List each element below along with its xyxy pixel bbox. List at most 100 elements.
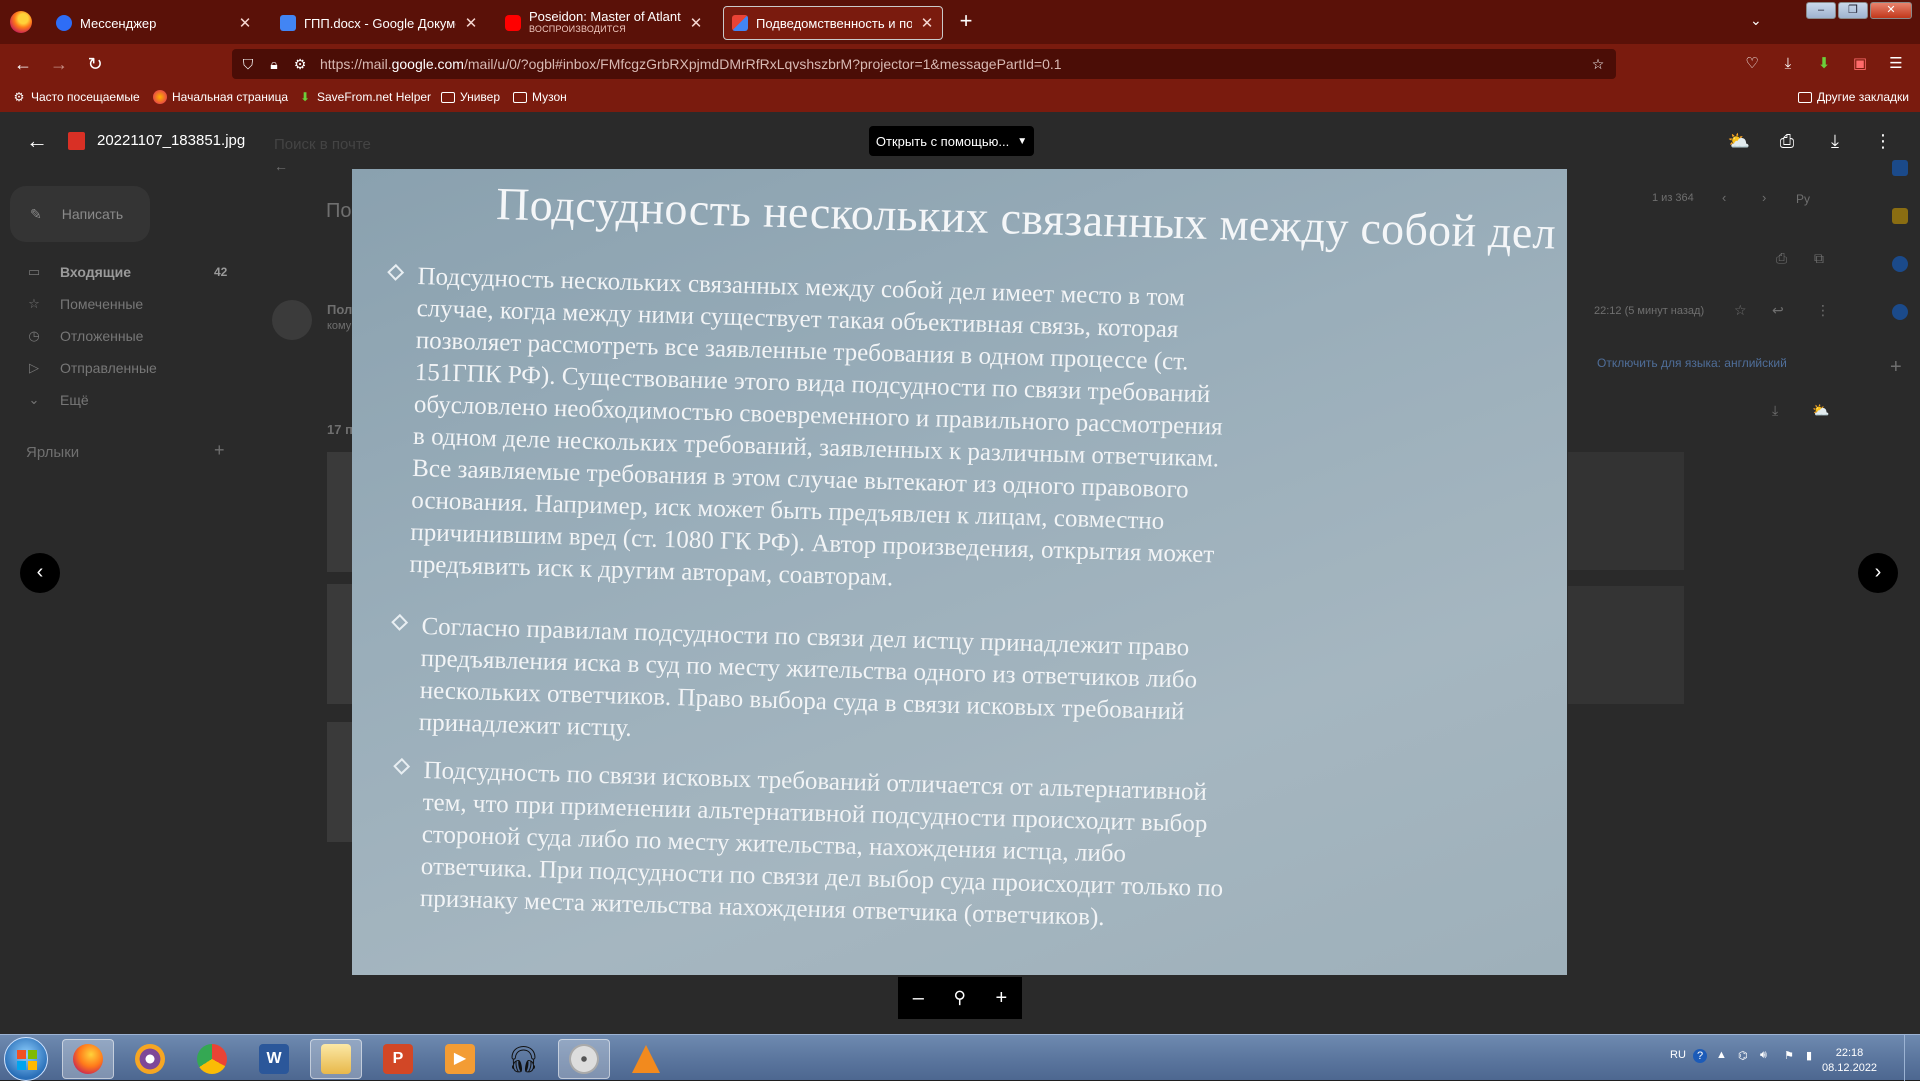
add-label-icon[interactable]: +: [214, 440, 225, 461]
next-message-icon[interactable]: ›: [1762, 190, 1766, 205]
bookmark-most-visited[interactable]: ⚙ Часто посещаемые: [12, 90, 140, 104]
contacts-icon[interactable]: [1892, 304, 1908, 320]
calendar-icon[interactable]: [1892, 160, 1908, 176]
input-language[interactable]: Ру: [1796, 192, 1810, 206]
open-with-button[interactable]: Открыть с помощью... ▼: [869, 126, 1034, 156]
close-tab-icon[interactable]: ✕: [464, 14, 478, 32]
print-icon[interactable]: ⎙: [1774, 128, 1800, 154]
signal-icon[interactable]: ▮: [1806, 1049, 1812, 1062]
next-attachment-button[interactable]: ›: [1858, 553, 1898, 593]
taskbar-tor-browser[interactable]: [124, 1039, 176, 1079]
bookmark-folder-muzon[interactable]: Музон: [513, 90, 567, 104]
permissions-icon[interactable]: ⚙: [292, 56, 308, 72]
bookmark-star-icon[interactable]: ☆: [1590, 56, 1606, 72]
sidebar-item-inbox[interactable]: ▭ Входящие 42: [26, 264, 228, 280]
tab-youtube[interactable]: Poseidon: Master of Atlantis #1 ВОСПРОИЗ…: [497, 6, 711, 40]
system-clock[interactable]: 22:18 08.12.2022: [1822, 1046, 1877, 1076]
previous-attachment-button[interactable]: ‹: [20, 553, 60, 593]
menu-icon[interactable]: ☰: [1886, 54, 1906, 74]
bookmark-folder-univer[interactable]: Универ: [441, 90, 500, 104]
firefox-menu-icon[interactable]: [10, 11, 32, 33]
list-tabs-icon[interactable]: ⌄: [1750, 12, 1762, 29]
taskbar-audio-app[interactable]: 🎧︎: [496, 1039, 548, 1079]
lock-icon[interactable]: 🔒︎: [266, 56, 282, 72]
network-icon[interactable]: ⌬: [1738, 1049, 1748, 1062]
taskbar-firefox[interactable]: [62, 1039, 114, 1079]
windows-logo-icon: [17, 1050, 37, 1070]
gmail-search-input[interactable]: Поиск в почте: [274, 136, 371, 153]
url-text[interactable]: https://mail.google.com/mail/u/0/?ogbl#i…: [320, 56, 1062, 72]
gmail-icon: [732, 15, 748, 31]
download-all-icon[interactable]: ⤓: [1772, 402, 1778, 419]
pocket-icon[interactable]: ♡: [1742, 54, 1762, 74]
sidebar-item-starred[interactable]: ☆ Помеченные: [26, 296, 143, 312]
attachment-thumbnail[interactable]: [327, 584, 353, 704]
sidebar-item-more[interactable]: ⌄ Ещё: [26, 392, 89, 408]
tab-gmail-active[interactable]: Подведомственность и подсудн ✕: [723, 6, 943, 40]
taskbar-powerpoint[interactable]: P: [372, 1039, 424, 1079]
taskbar-chrome[interactable]: [186, 1039, 238, 1079]
star-icon[interactable]: ☆: [1734, 302, 1747, 319]
volume-icon[interactable]: 🔊︎: [1760, 1049, 1767, 1062]
taskbar-media-player[interactable]: ▶: [434, 1039, 486, 1079]
close-viewer-back-icon[interactable]: ←: [26, 128, 48, 154]
translate-off-link[interactable]: Отключить для языка: английский: [1597, 356, 1787, 370]
new-tab-button[interactable]: +: [954, 10, 978, 32]
open-new-window-icon[interactable]: ⧉: [1814, 250, 1824, 267]
tab-label: Poseidon: Master of Atlantis #1: [529, 11, 681, 23]
close-tab-icon[interactable]: ✕: [238, 14, 252, 32]
more-vert-icon[interactable]: ⋮: [1816, 302, 1830, 319]
attachment-thumbnail[interactable]: [1568, 452, 1684, 570]
reply-icon[interactable]: ↩: [1772, 302, 1784, 319]
print-all-icon[interactable]: ⎙: [1776, 250, 1787, 267]
extension-icon[interactable]: ▣: [1850, 54, 1870, 74]
back-button[interactable]: ←: [12, 53, 34, 75]
add-addon-icon[interactable]: +: [1890, 356, 1902, 379]
zoom-reset-icon[interactable]: ⚲: [953, 988, 965, 1008]
show-hidden-icons[interactable]: ▲: [1716, 1049, 1727, 1061]
taskbar-file-explorer[interactable]: [310, 1039, 362, 1079]
close-tab-icon[interactable]: ✕: [689, 14, 703, 32]
compose-button[interactable]: ✎ Написать: [10, 186, 150, 242]
tab-messenger[interactable]: Мессенджер ✕: [48, 6, 260, 40]
attachment-thumbnail[interactable]: [327, 452, 353, 572]
show-desktop-button[interactable]: [1904, 1035, 1920, 1081]
bookmark-savefrom[interactable]: ⬇ SaveFrom.net Helper: [298, 90, 431, 104]
tab-google-docs[interactable]: ГПП.docx - Google Документы ✕: [272, 6, 486, 40]
close-tab-icon[interactable]: ✕: [920, 14, 934, 32]
more-options-icon[interactable]: ⋮: [1870, 128, 1896, 154]
attachment-thumbnail[interactable]: [327, 722, 353, 842]
save-to-drive-icon[interactable]: ⛅: [1812, 402, 1829, 419]
taskbar-word[interactable]: W: [248, 1039, 300, 1079]
sidebar-item-snoozed[interactable]: ◷ Отложенные: [26, 328, 143, 344]
reload-button[interactable]: ↻: [84, 53, 106, 75]
zoom-in-button[interactable]: +: [996, 987, 1008, 1010]
close-window-button[interactable]: ✕: [1870, 2, 1912, 19]
tab-label: Мессенджер: [80, 15, 157, 31]
savefrom-icon[interactable]: ⬇: [1814, 54, 1834, 74]
forward-button[interactable]: →: [48, 53, 70, 75]
shield-icon[interactable]: ⛉: [240, 56, 256, 72]
prev-message-icon[interactable]: ‹: [1722, 190, 1726, 205]
maximize-button[interactable]: ❐: [1838, 2, 1868, 19]
sidebar-item-sent[interactable]: ▷ Отправленные: [26, 360, 157, 376]
attachment-thumbnail[interactable]: [1568, 586, 1684, 704]
address-bar[interactable]: ⛉ 🔒︎ ⚙ https://mail.google.com/mail/u/0/…: [232, 49, 1616, 79]
input-language-indicator[interactable]: RU: [1670, 1049, 1686, 1061]
bookmark-other[interactable]: Другие закладки: [1798, 90, 1909, 104]
add-to-drive-icon[interactable]: ⛅: [1726, 128, 1752, 154]
keep-icon[interactable]: [1892, 208, 1908, 224]
start-button[interactable]: [4, 1037, 48, 1081]
back-to-inbox-icon[interactable]: ←: [274, 158, 288, 174]
zoom-out-button[interactable]: –: [913, 987, 924, 1010]
action-center-flag-icon[interactable]: ⚑: [1784, 1049, 1794, 1062]
bookmark-home-page[interactable]: Начальная страница: [153, 90, 288, 104]
download-icon[interactable]: ⤓: [1822, 128, 1848, 154]
taskbar-vlc[interactable]: [620, 1039, 672, 1079]
tasks-icon[interactable]: [1892, 256, 1908, 272]
downloads-icon[interactable]: ⤓: [1778, 54, 1798, 74]
help-icon[interactable]: ?: [1693, 1049, 1707, 1063]
minimize-button[interactable]: –: [1806, 2, 1836, 19]
taskbar-cd-player[interactable]: [558, 1039, 610, 1079]
word-icon: W: [259, 1044, 289, 1074]
